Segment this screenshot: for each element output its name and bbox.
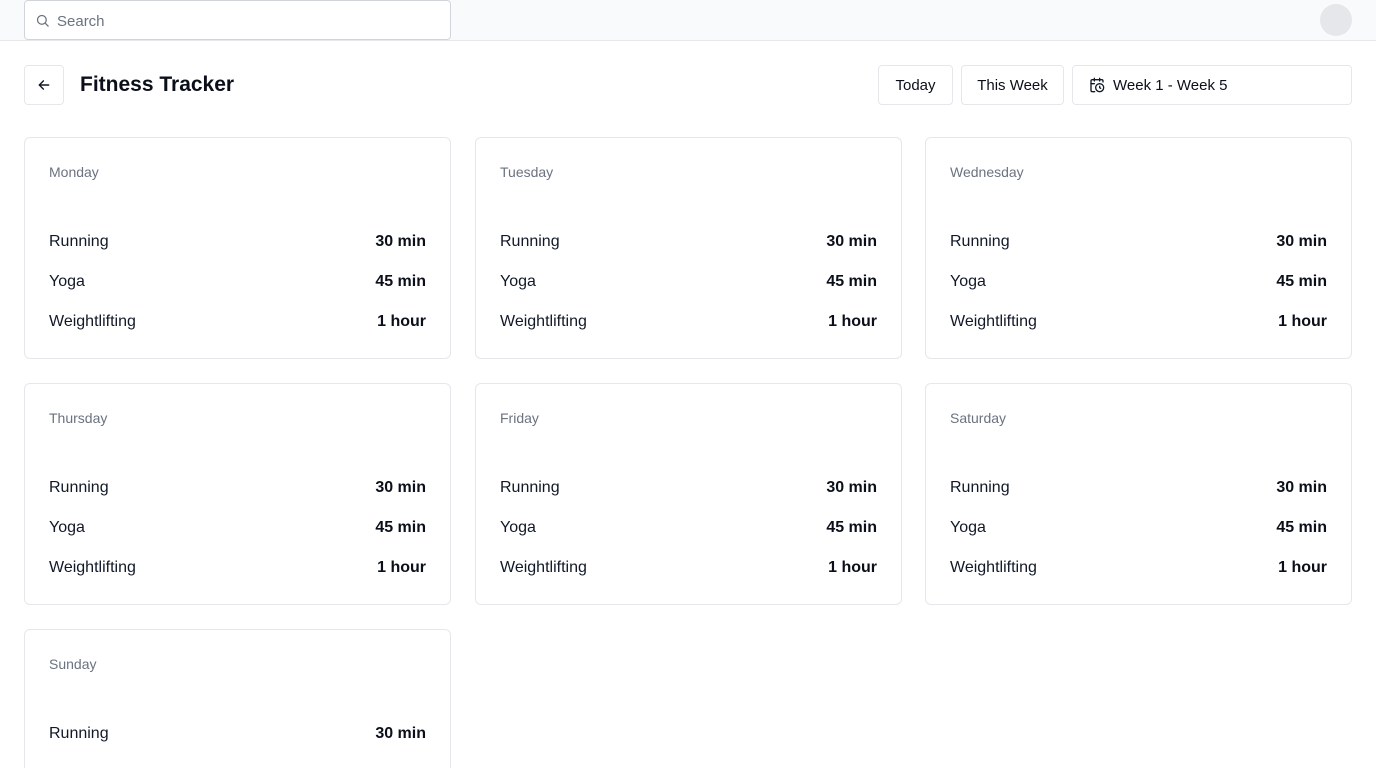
activity-row: Yoga 45 min xyxy=(950,271,1327,293)
activity-row: Yoga 45 min xyxy=(500,271,877,293)
search-input[interactable] xyxy=(57,10,437,30)
day-name: Tuesday xyxy=(500,164,554,180)
activity-name: Running xyxy=(500,233,560,250)
activity-name: Running xyxy=(49,233,109,250)
date-range-picker[interactable]: Week 1 - Week 5 xyxy=(1072,65,1352,105)
day-card-saturday: Saturday Running 30 min Yoga 45 min Weight… xyxy=(925,383,1352,605)
activity-duration: 45 min xyxy=(826,519,877,536)
activity-duration: 1 hour xyxy=(1278,313,1327,330)
activity-name: Running xyxy=(49,725,109,742)
activity-name: Yoga xyxy=(49,519,85,536)
day-card-wednesday: Wednesday Running 30 min Yoga 45 min Weigh… xyxy=(925,137,1352,359)
activity-row: Weightlifting 1 hour xyxy=(500,311,877,333)
activity-row: Weightlifting 1 hour xyxy=(49,311,426,333)
activity-row: Weightlifting 1 hour xyxy=(500,557,877,579)
activity-duration: 45 min xyxy=(1276,273,1327,290)
avatar[interactable] xyxy=(1320,4,1352,36)
activity-duration: 30 min xyxy=(826,479,877,496)
activity-row: Weightlifting 1 hour xyxy=(950,557,1327,579)
activity-name: Weightlifting xyxy=(49,313,136,330)
this-week-button[interactable]: This Week xyxy=(961,65,1064,105)
activity-duration: 30 min xyxy=(375,725,426,742)
activity-row: Running 30 min xyxy=(49,231,426,253)
activity-duration: 45 min xyxy=(375,519,426,536)
day-name: Wednesday xyxy=(950,164,1024,180)
activity-duration: 1 hour xyxy=(377,313,426,330)
activity-row: Running 30 min xyxy=(49,723,426,745)
back-button[interactable] xyxy=(24,65,64,105)
activity-row: Weightlifting 1 hour xyxy=(49,557,426,579)
day-card-sunday: Sunday Running 30 min xyxy=(24,629,451,768)
search-icon xyxy=(36,14,49,27)
activity-name: Weightlifting xyxy=(49,559,136,576)
activity-row: Weightlifting 1 hour xyxy=(950,311,1327,333)
date-range-label: Week 1 - Week 5 xyxy=(1113,76,1228,94)
activity-name: Weightlifting xyxy=(500,559,587,576)
activity-name: Weightlifting xyxy=(500,313,587,330)
activity-row: Yoga 45 min xyxy=(49,517,426,539)
activity-name: Running xyxy=(500,479,560,496)
activity-duration: 1 hour xyxy=(1278,559,1327,576)
activity-row: Running 30 min xyxy=(500,477,877,499)
activity-duration: 30 min xyxy=(375,479,426,496)
activity-name: Yoga xyxy=(500,273,536,290)
activity-row: Yoga 45 min xyxy=(500,517,877,539)
activity-name: Running xyxy=(950,233,1010,250)
activity-row: Running 30 min xyxy=(950,477,1327,499)
day-card-tuesday: Tuesday Running 30 min Yoga 45 min Weightl… xyxy=(475,137,902,359)
activity-duration: 1 hour xyxy=(828,559,877,576)
activity-duration: 45 min xyxy=(826,273,877,290)
day-card-friday: Friday Running 30 min Yoga 45 min Weightli… xyxy=(475,383,902,605)
activity-duration: 1 hour xyxy=(377,559,426,576)
day-card-monday: Monday Running 30 min Yoga 45 min Weightli… xyxy=(24,137,451,359)
activity-duration: 30 min xyxy=(826,233,877,250)
activity-duration: 30 min xyxy=(1276,233,1327,250)
activity-duration: 45 min xyxy=(1276,519,1327,536)
activity-row: Yoga 45 min xyxy=(49,271,426,293)
day-card-thursday: Thursday Running 30 min Yoga 45 min Weight… xyxy=(24,383,451,605)
arrow-left-icon xyxy=(38,80,50,90)
calendar-clock-icon xyxy=(1090,77,1105,93)
today-button[interactable]: Today xyxy=(878,65,953,105)
day-name: Saturday xyxy=(950,410,1007,426)
activity-duration: 45 min xyxy=(375,273,426,290)
activity-name: Weightlifting xyxy=(950,313,1037,330)
activity-name: Yoga xyxy=(500,519,536,536)
activity-name: Running xyxy=(49,479,109,496)
top-bar xyxy=(0,0,1376,41)
activity-row: Running 30 min xyxy=(950,231,1327,253)
activity-duration: 30 min xyxy=(375,233,426,250)
page-title: Fitness Tracker xyxy=(80,73,235,96)
activity-name: Yoga xyxy=(950,273,986,290)
activity-name: Yoga xyxy=(950,519,986,536)
day-name: Friday xyxy=(500,410,539,426)
activity-name: Yoga xyxy=(49,273,85,290)
search-box[interactable] xyxy=(24,0,451,40)
activity-name: Weightlifting xyxy=(950,559,1037,576)
activity-row: Running 30 min xyxy=(49,477,426,499)
activity-row: Running 30 min xyxy=(500,231,877,253)
activity-duration: 1 hour xyxy=(828,313,877,330)
day-name: Thursday xyxy=(49,410,108,426)
activity-name: Running xyxy=(950,479,1010,496)
activity-duration: 30 min xyxy=(1276,479,1327,496)
day-name: Sunday xyxy=(49,656,97,672)
activity-row: Yoga 45 min xyxy=(950,517,1327,539)
day-name: Monday xyxy=(49,164,99,180)
